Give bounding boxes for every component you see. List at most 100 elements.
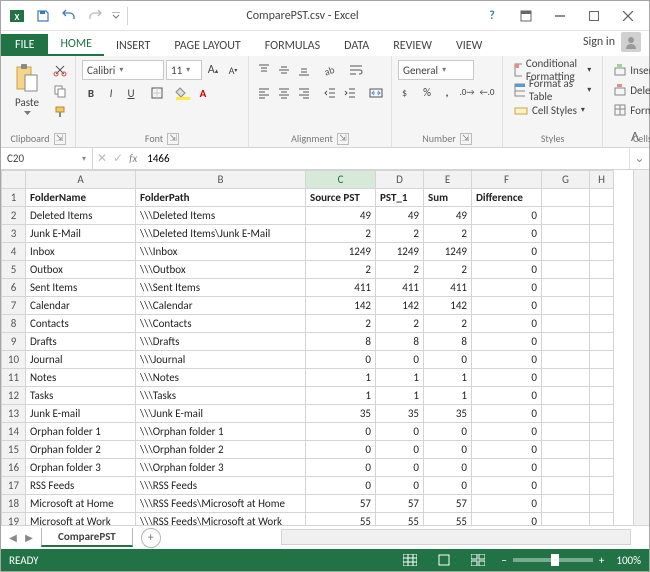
cell[interactable]: 0: [472, 441, 542, 459]
bold-icon[interactable]: B: [82, 83, 100, 103]
cell[interactable]: [590, 423, 614, 441]
cell[interactable]: 411: [306, 279, 376, 297]
cell[interactable]: [590, 297, 614, 315]
cell[interactable]: 0: [472, 261, 542, 279]
cell[interactable]: Source PST: [306, 189, 376, 207]
cell[interactable]: [542, 207, 590, 225]
cancel-formula-icon[interactable]: ✕: [97, 151, 107, 166]
cell[interactable]: [590, 225, 614, 243]
cell[interactable]: 2: [424, 315, 472, 333]
cell[interactable]: [542, 243, 590, 261]
align-bottom-icon[interactable]: [295, 60, 313, 80]
borders-icon[interactable]: [148, 83, 166, 103]
sheet-nav-prev-icon[interactable]: ◀: [5, 529, 21, 547]
cell[interactable]: [542, 369, 590, 387]
zoom-slider[interactable]: − +: [501, 554, 604, 567]
cell[interactable]: 0: [472, 369, 542, 387]
cell[interactable]: 35: [424, 405, 472, 423]
cell[interactable]: [590, 261, 614, 279]
merge-center-icon[interactable]: [367, 83, 385, 103]
expand-formula-bar-icon[interactable]: ⌄: [629, 148, 649, 169]
cell[interactable]: Notes: [26, 369, 136, 387]
cell[interactable]: Journal: [26, 351, 136, 369]
column-header[interactable]: G: [542, 171, 590, 189]
cell[interactable]: 49: [376, 207, 424, 225]
save-icon[interactable]: [31, 4, 55, 28]
row-header[interactable]: 2: [2, 207, 26, 225]
cell[interactable]: 2: [424, 225, 472, 243]
fill-color-icon[interactable]: [174, 83, 192, 103]
cell[interactable]: Microsoft at Work: [26, 513, 136, 526]
zoom-in-icon[interactable]: +: [599, 554, 604, 567]
cell[interactable]: 0: [424, 351, 472, 369]
cell[interactable]: 0: [472, 207, 542, 225]
cell[interactable]: \\\Calendar: [136, 297, 306, 315]
cell[interactable]: 0: [306, 423, 376, 441]
cell[interactable]: 1: [424, 369, 472, 387]
dialog-launcher-icon[interactable]: ⇲: [337, 133, 349, 145]
cell[interactable]: \\\Drafts: [136, 333, 306, 351]
cell[interactable]: [590, 189, 614, 207]
row-header[interactable]: 9: [2, 333, 26, 351]
formula-input[interactable]: [143, 148, 625, 169]
sheet-nav-next-icon[interactable]: ▶: [21, 529, 37, 547]
cell[interactable]: Calendar: [26, 297, 136, 315]
cell[interactable]: Difference: [472, 189, 542, 207]
row-header[interactable]: 8: [2, 315, 26, 333]
cell[interactable]: \\\RSS Feeds: [136, 477, 306, 495]
cell[interactable]: \\\Outbox: [136, 261, 306, 279]
cell[interactable]: 2: [306, 261, 376, 279]
cell[interactable]: [590, 351, 614, 369]
cell[interactable]: [590, 369, 614, 387]
cell[interactable]: 55: [306, 513, 376, 526]
cell[interactable]: [590, 387, 614, 405]
cell[interactable]: Tasks: [26, 387, 136, 405]
cell[interactable]: 55: [376, 513, 424, 526]
row-header[interactable]: 16: [2, 459, 26, 477]
cell[interactable]: 1: [424, 387, 472, 405]
cell[interactable]: [542, 387, 590, 405]
page-layout-view-icon[interactable]: [433, 552, 455, 568]
cell[interactable]: 1: [376, 369, 424, 387]
cell[interactable]: 0: [472, 333, 542, 351]
cell[interactable]: [590, 279, 614, 297]
tab-view[interactable]: VIEW: [444, 35, 494, 56]
cell[interactable]: 2: [306, 315, 376, 333]
column-header[interactable]: F: [472, 171, 542, 189]
column-header[interactable]: C: [306, 171, 376, 189]
number-format-combo[interactable]: General▾: [398, 60, 474, 80]
dialog-launcher-icon[interactable]: ⇲: [167, 133, 179, 145]
cell[interactable]: 1: [376, 387, 424, 405]
row-header[interactable]: 14: [2, 423, 26, 441]
row-header[interactable]: 3: [2, 225, 26, 243]
cell[interactable]: [542, 333, 590, 351]
sign-in[interactable]: Sign in: [575, 28, 649, 56]
cell[interactable]: PST_1: [376, 189, 424, 207]
fx-icon[interactable]: fx: [129, 152, 137, 165]
cell[interactable]: [542, 297, 590, 315]
cell[interactable]: [542, 441, 590, 459]
cell[interactable]: [590, 315, 614, 333]
cell[interactable]: Orphan folder 3: [26, 459, 136, 477]
align-center-icon[interactable]: [275, 83, 293, 103]
excel-icon[interactable]: X: [5, 4, 29, 28]
cell[interactable]: 0: [424, 459, 472, 477]
font-name-combo[interactable]: Calibri▾: [82, 60, 164, 80]
cell[interactable]: \\\Orphan folder 1: [136, 423, 306, 441]
cell[interactable]: 0: [306, 477, 376, 495]
row-header[interactable]: 1: [2, 189, 26, 207]
tab-pagelayout[interactable]: PAGE LAYOUT: [162, 35, 252, 56]
cell[interactable]: 55: [424, 513, 472, 526]
cell[interactable]: 0: [472, 477, 542, 495]
cell[interactable]: 142: [306, 297, 376, 315]
column-header[interactable]: E: [424, 171, 472, 189]
cell[interactable]: [590, 477, 614, 495]
cell[interactable]: [542, 477, 590, 495]
cell[interactable]: [590, 405, 614, 423]
tab-insert[interactable]: INSERT: [104, 35, 162, 56]
cell[interactable]: 0: [472, 315, 542, 333]
qat-customize-icon[interactable]: [109, 4, 123, 28]
tab-file[interactable]: FILE: [1, 34, 48, 56]
cell[interactable]: 2: [424, 261, 472, 279]
cell[interactable]: \\\Sent Items: [136, 279, 306, 297]
